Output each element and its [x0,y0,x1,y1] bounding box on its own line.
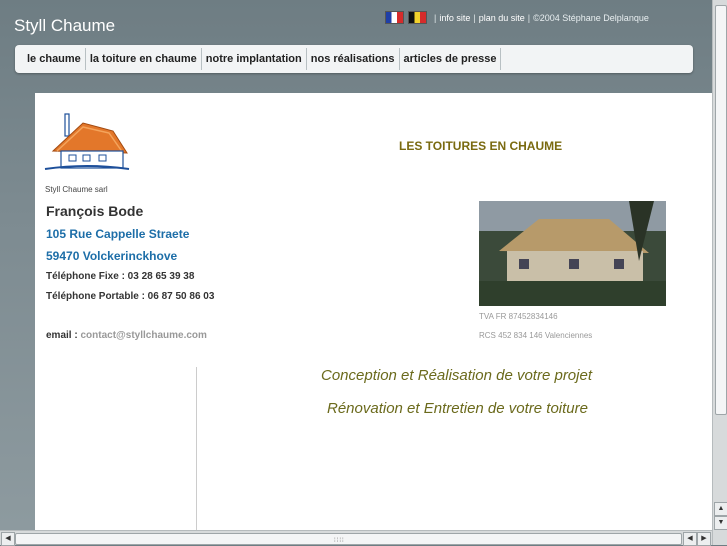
email-label: email : [46,330,81,341]
menu-item-realisations[interactable]: nos réalisations [307,48,400,70]
address-line-1: 105 Rue Cappelle Straete [46,227,190,241]
company-name: Styll Chaume sarl [45,185,108,194]
vertical-scroll-thumb[interactable] [715,5,727,415]
menu-item-toiture[interactable]: la toiture en chaume [86,48,202,70]
email-row: email : contact@styllchaume.com [46,330,207,341]
top-bar: | info site | plan du site | ©2004 Stéph… [385,11,649,24]
thatched-house-photo [479,201,666,306]
page-heading: LES TOITURES EN CHAUME [399,139,563,153]
phone-fixed: Téléphone Fixe : 03 28 65 39 38 [46,271,195,282]
flag-fr-icon[interactable] [385,11,404,24]
logo-house-icon[interactable] [43,111,131,173]
menu-item-implantation[interactable]: notre implantation [202,48,307,70]
content-panel: LES TOITURES EN CHAUME Styll Chaume sarl… [35,93,712,533]
plan-du-site-link[interactable]: plan du site [479,13,525,23]
grip-icon: ⁞⁞⁞⁞ [334,538,345,544]
phone-mobile: Téléphone Portable : 06 87 50 86 03 [46,291,215,302]
site-title: Styll Chaume [14,16,116,35]
copyright: ©2004 Stéphane Delplanque [533,12,649,23]
scroll-left-icon-2[interactable]: ◀ [683,532,697,546]
flag-be-icon[interactable] [408,11,427,24]
contact-person: François Bode [46,203,144,219]
menu-item-articles[interactable]: articles de presse [400,48,502,70]
vertical-scrollbar[interactable]: ▲ ▼ [712,0,727,545]
tva-number: TVA FR 87452834146 [479,312,558,321]
rcs-number: RCS 452 834 146 Valenciennes [479,331,593,340]
divider [196,367,197,533]
info-site-link[interactable]: info site [439,13,470,23]
scroll-right-icon[interactable]: ▶ [697,532,711,546]
scroll-left-icon[interactable]: ◀ [1,532,15,546]
slogan-conception: Conception et Réalisation de votre proje… [321,367,592,384]
main-menu: le chaume la toiture en chaume notre imp… [15,45,693,73]
horizontal-scrollbar[interactable]: ◀ ⁞⁞⁞⁞ ◀ ▶ [0,530,712,546]
address-line-2: 59470 Volckerinckhove [46,249,178,263]
slogan-renovation: Rénovation et Entretien de votre toiture [327,400,588,417]
email-link[interactable]: contact@styllchaume.com [80,330,206,341]
scroll-up-icon[interactable]: ▲ [714,502,727,516]
scroll-down-icon[interactable]: ▼ [714,516,727,530]
menu-item-le-chaume[interactable]: le chaume [23,48,86,70]
horizontal-scroll-thumb[interactable]: ⁞⁞⁞⁞ [15,533,682,545]
